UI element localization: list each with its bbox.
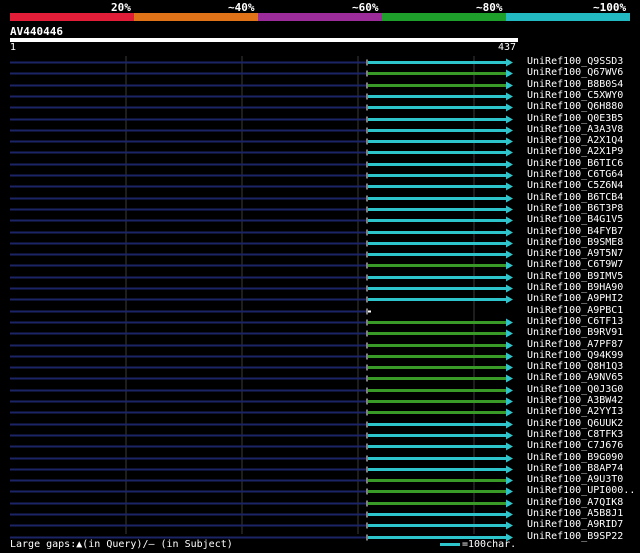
hit-arrow <box>506 397 513 406</box>
hit-arrow <box>506 216 513 225</box>
hit-label[interactable]: UniRef100_Q9SSD3 <box>527 56 623 67</box>
hit-arrow <box>506 374 513 383</box>
hit-label[interactable]: UniRef100_C5Z6N4 <box>527 180 623 191</box>
hit-arrow <box>506 465 513 474</box>
hit-arrow <box>506 69 513 78</box>
hit-label[interactable]: UniRef100_A9PHI2 <box>527 293 623 304</box>
hit-label[interactable]: UniRef100_C6TG64 <box>527 169 623 180</box>
hit-arrow <box>506 510 513 519</box>
hit-arrow <box>506 329 513 338</box>
hit-arrow <box>506 103 513 112</box>
hit-arrow <box>506 239 513 248</box>
hit-arrow <box>506 295 513 304</box>
hit-label[interactable]: UniRef100_Q0E3B5 <box>527 113 623 124</box>
hit-label[interactable]: UniRef100_UPI000.. <box>527 485 635 496</box>
hit-label[interactable]: UniRef100_B9IMV5 <box>527 271 623 282</box>
hit-label[interactable]: UniRef100_A2X1P9 <box>527 146 623 157</box>
hit-label[interactable]: UniRef100_B6TIC6 <box>527 158 623 169</box>
hit-arrow <box>506 408 513 417</box>
hit-label[interactable]: UniRef100_A9T5N7 <box>527 248 623 259</box>
hit-arrow <box>506 420 513 429</box>
legend-gaps: Large gaps:▲(in Query)/– (in Subject) <box>10 539 233 550</box>
hit-arrow <box>506 194 513 203</box>
hit-arrow <box>506 92 513 101</box>
hit-arrow <box>506 81 513 90</box>
hit-arrow <box>506 431 513 440</box>
hit-label[interactable]: UniRef100_A7PF87 <box>527 339 623 350</box>
hit-arrow <box>506 148 513 157</box>
hit-label[interactable]: UniRef100_B4G1V5 <box>527 214 623 225</box>
hit-arrow <box>506 160 513 169</box>
hit-label[interactable]: UniRef100_B8AP74 <box>527 463 623 474</box>
hit-label[interactable]: UniRef100_A5B8J1 <box>527 508 623 519</box>
hit-arrow <box>506 182 513 191</box>
hit-arrow <box>506 205 513 214</box>
hit-arrow <box>506 487 513 496</box>
hit-label[interactable]: UniRef100_B6TCB4 <box>527 192 623 203</box>
hit-label[interactable]: UniRef100_Q6UUK2 <box>527 418 623 429</box>
hit-arrow <box>506 250 513 259</box>
hit-label[interactable]: UniRef100_B9SME8 <box>527 237 623 248</box>
hit-arrow <box>506 454 513 463</box>
hit-label[interactable]: UniRef100_B9G090 <box>527 452 623 463</box>
hit-label[interactable]: UniRef100_Q0J3G0 <box>527 384 623 395</box>
hit-label[interactable]: UniRef100_C6T9W7 <box>527 259 623 270</box>
hit-label[interactable]: UniRef100_Q6H880 <box>527 101 623 112</box>
hit-arrow <box>506 228 513 237</box>
hit-arrow <box>506 341 513 350</box>
hit-label[interactable]: UniRef100_C5XWY0 <box>527 90 623 101</box>
hit-label[interactable]: UniRef100_A2YYI3 <box>527 406 623 417</box>
hit-arrow <box>506 137 513 146</box>
hit-label[interactable]: UniRef100_Q8H1Q3 <box>527 361 623 372</box>
hit-label[interactable]: UniRef100_A2X1Q4 <box>527 135 623 146</box>
hit-label[interactable]: UniRef100_B4FYB7 <box>527 226 623 237</box>
hit-arrow <box>506 115 513 124</box>
hit-label[interactable]: UniRef100_B6T3P8 <box>527 203 623 214</box>
hit-arrow <box>506 499 513 508</box>
hit-arrow <box>506 273 513 282</box>
hit-label[interactable]: UniRef100_C7J676 <box>527 440 623 451</box>
hit-label[interactable]: UniRef100_C6TF13 <box>527 316 623 327</box>
hit-label[interactable]: UniRef100_Q94K99 <box>527 350 623 361</box>
hit-label[interactable]: UniRef100_C8TFK3 <box>527 429 623 440</box>
hit-label[interactable]: UniRef100_B9RV91 <box>527 327 623 338</box>
hit-label[interactable]: UniRef100_A3A3V8 <box>527 124 623 135</box>
hit-arrow <box>506 442 513 451</box>
hit-arrow <box>506 363 513 372</box>
hit-label[interactable]: UniRef100_Q67WV6 <box>527 67 623 78</box>
hit-label[interactable]: UniRef100_B9SP22 <box>527 531 623 542</box>
legend-scale-text: =100char. <box>462 539 517 550</box>
hit-arrow <box>506 171 513 180</box>
hit-arrow <box>506 261 513 270</box>
hit-label[interactable]: UniRef100_B9HA90 <box>527 282 623 293</box>
hit-label[interactable]: UniRef100_A9NV65 <box>527 372 623 383</box>
hit-label[interactable]: UniRef100_A9PBC1 <box>527 305 623 316</box>
hit-label[interactable]: UniRef100_A9RID7 <box>527 519 623 530</box>
hit-label[interactable]: UniRef100_B8B0S4 <box>527 79 623 90</box>
hit-label[interactable]: UniRef100_A9U3T0 <box>527 474 623 485</box>
hit-arrow <box>506 126 513 135</box>
legend-scale-bar <box>440 542 460 546</box>
hit-label[interactable]: UniRef100_A3BW42 <box>527 395 623 406</box>
hit-label[interactable]: UniRef100_A7QIK8 <box>527 497 623 508</box>
hit-arrow <box>506 284 513 293</box>
legend-scale: =100char. <box>440 539 516 550</box>
hit-arrow <box>506 521 513 530</box>
hit-arrow <box>506 58 513 67</box>
hit-arrow <box>506 352 513 361</box>
hit-arrow <box>506 318 513 327</box>
hit-arrow <box>506 476 513 485</box>
hit-arrow <box>506 386 513 395</box>
